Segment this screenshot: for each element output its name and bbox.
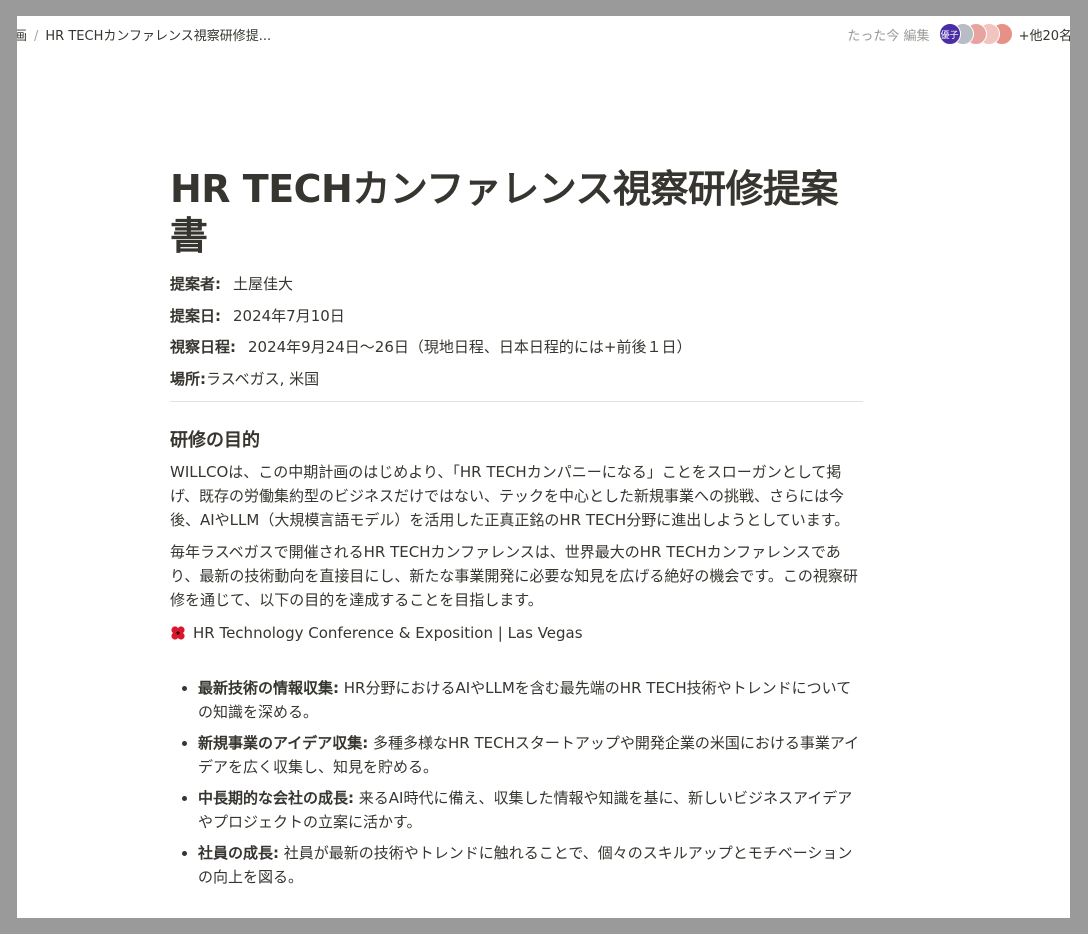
divider [170,401,863,402]
list-item[interactable]: 新規事業のアイデア収集: 多種多様なHR TECHスタートアップや開発企業の米国… [198,731,863,779]
conference-link[interactable]: HR Technology Conference & Exposition | … [170,620,863,646]
document-window: 画 / HR TECHカンファレンス視察研修提... たった今 編集 優子 +他20… [17,16,1070,918]
bullet-title: 最新技術の情報収集: [198,679,339,697]
breadcrumb-parent[interactable]: 画 [17,29,27,44]
meta-proposer[interactable]: 提案者: 土屋佳大 [170,269,863,301]
list-item[interactable]: 社員の成長: 社員が最新の技術やトレンドに触れることで、個々のスキルアップとモチ… [198,841,863,889]
meta-block: 提案者: 土屋佳大 提案日: 2024年7月10日 視察日程: 2024年9月24日〜… [170,269,863,395]
bullet-title: 新規事業のアイデア収集: [198,734,369,752]
meta-date[interactable]: 提案日: 2024年7月10日 [170,301,863,333]
section-heading[interactable]: 研修の目的 [170,428,863,454]
meta-value: 2024年9月24日〜26日（現地日程、日本日程的には+前後１日） [248,338,692,356]
meta-value: 土屋佳大 [233,275,294,293]
breadcrumb-separator: / [34,29,39,44]
meta-value: ラスベガス, 米国 [206,369,320,388]
paragraph[interactable]: WILLCOは、この中期計画のはじめより、「HR TECHカンパニーになる」こと… [170,460,863,532]
paragraph[interactable]: 毎年ラスベガスで開催されるHR TECHカンファレンスは、世界最大のHR TEC… [170,540,863,612]
meta-schedule[interactable]: 視察日程: 2024年9月24日〜26日（現地日程、日本日程的には+前後１日） [170,332,863,364]
meta-key: 場所: [170,369,206,388]
bullet-title: 中長期的な会社の成長: [198,789,354,807]
meta-key: 提案日: [170,306,221,325]
objectives-list: 最新技術の情報収集: HR分野におけるAIやLLMを含む最先端のHR TECH技… [170,676,863,889]
list-item[interactable]: 最新技術の情報収集: HR分野におけるAIやLLMを含む最先端のHR TECH技… [198,676,863,724]
breadcrumb-current[interactable]: HR TECHカンファレンス視察研修提... [45,29,271,44]
topbar-right: たった今 編集 優子 +他20名 [847,23,1070,45]
flower-icon [170,625,186,641]
bullet-title: 社員の成長: [198,844,279,862]
meta-location[interactable]: 場所:ラスベガス, 米国 [170,364,863,396]
list-item[interactable]: 中長期的な会社の成長: 来るAI時代に備え、収集した情報や知識を基に、新しいビジ… [198,786,863,834]
link-text[interactable]: HR Technology Conference & Exposition | … [193,624,583,642]
avatar[interactable]: 優子 [938,23,961,45]
bullet-text: 社員が最新の技術やトレンドに触れることで、個々のスキルアップとモチベーションの向… [198,844,853,886]
meta-key: 提案者: [170,275,221,293]
meta-key: 視察日程: [170,338,236,356]
more-collaborators[interactable]: +他20名 [1019,25,1070,44]
avatar-group[interactable]: 優子 [938,23,1013,45]
page-title[interactable]: HR TECHカンファレンス視察研修提案書 [170,166,863,260]
edited-status: たった今 編集 [847,28,930,44]
breadcrumb: 画 / HR TECHカンファレンス視察研修提... [17,25,271,44]
page-content: HR TECHカンファレンス視察研修提案書 提案者: 土屋佳大 提案日: 2024年… [170,166,863,896]
top-bar: 画 / HR TECHカンファレンス視察研修提... たった今 編集 優子 +他20… [17,16,1070,50]
meta-value: 2024年7月10日 [233,306,345,325]
